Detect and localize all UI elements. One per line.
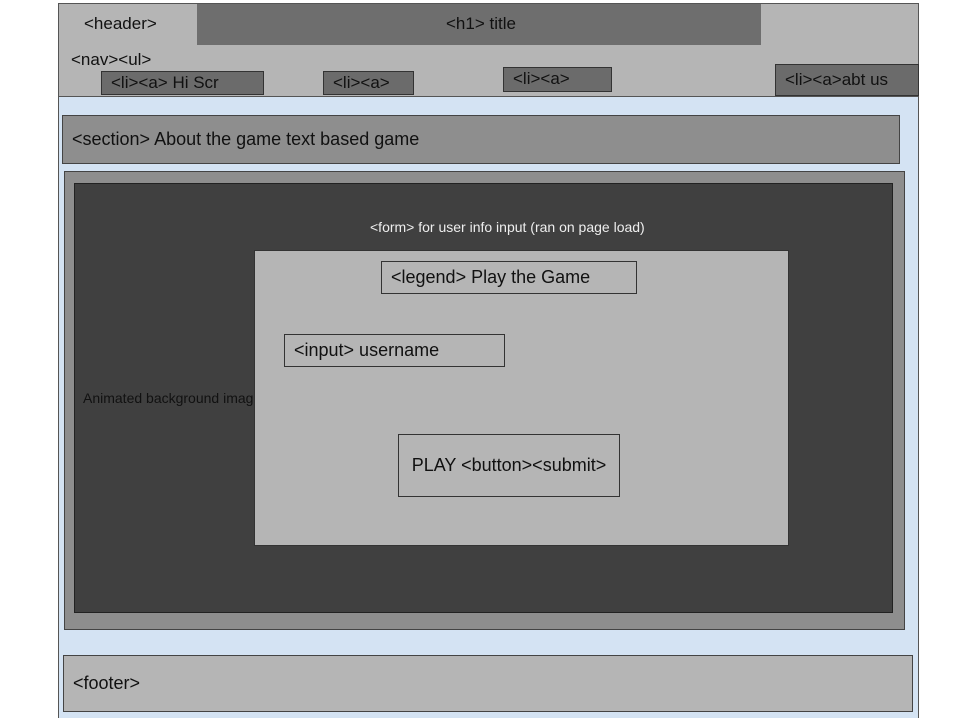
nav-label: <nav><ul>	[71, 50, 152, 69]
nav-link-about-us[interactable]: <li><a>abt us	[775, 64, 919, 96]
page-title: <h1> title	[446, 14, 516, 33]
play-button[interactable]: PLAY <button><submit>	[398, 434, 620, 497]
nav-link-high-scores[interactable]: <li><a> Hi Scr	[101, 71, 264, 95]
background-label: Animated background image	[83, 390, 255, 406]
form-label: <form> for user info input (ran on page …	[370, 219, 645, 235]
form-legend: <legend> Play the Game	[381, 261, 637, 294]
footer: <footer>	[63, 655, 913, 712]
header-label: <header>	[84, 14, 157, 33]
user-info-form	[254, 250, 789, 546]
username-input[interactable]: <input> username	[284, 334, 505, 367]
about-section: <section> About the game text based game	[62, 115, 900, 164]
nav-link-2[interactable]: <li><a>	[323, 71, 414, 95]
nav-link-3[interactable]: <li><a>	[503, 67, 612, 92]
